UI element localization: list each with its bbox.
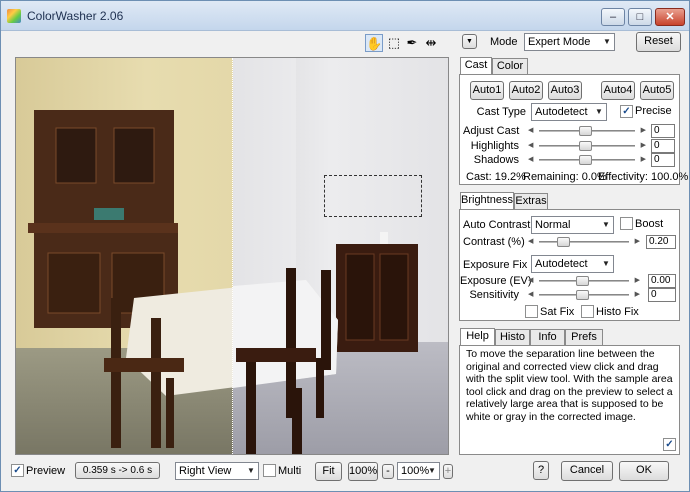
tab-histo[interactable]: Histo <box>495 329 530 346</box>
auto-contrast-select[interactable]: Normal ▼ <box>531 216 614 234</box>
mode-select[interactable]: Expert Mode ▼ <box>524 33 615 51</box>
chevron-down-icon: ▼ <box>595 107 603 116</box>
exposure-ev-value[interactable]: 0.00 <box>648 274 676 288</box>
zoom-100-button[interactable]: 100% <box>348 462 378 481</box>
zoom-select[interactable]: 100% ▼ <box>397 462 440 480</box>
close-button[interactable]: ✕ <box>655 8 685 26</box>
boost-checkbox[interactable] <box>620 217 633 230</box>
mode-value: Expert Mode <box>528 36 591 48</box>
chevron-down-icon: ▼ <box>603 37 611 46</box>
zoom-in-button[interactable]: + <box>443 464 453 479</box>
adjust-cast-value[interactable]: 0 <box>651 124 675 138</box>
split-line[interactable] <box>232 58 233 454</box>
ok-button[interactable]: OK <box>619 461 669 481</box>
auto3-button[interactable]: Auto3 <box>548 81 582 100</box>
view-select[interactable]: Right View ▼ <box>175 462 259 480</box>
auto4-button[interactable]: Auto4 <box>601 81 635 100</box>
multi-checkbox[interactable] <box>263 464 276 477</box>
shadows-label: Shadows <box>473 154 519 166</box>
auto2-button[interactable]: Auto2 <box>509 81 543 100</box>
help-checkbox[interactable]: ✓ <box>663 438 676 451</box>
preview-checkbox[interactable]: ✓ <box>11 464 24 477</box>
cancel-button[interactable]: Cancel <box>561 461 613 481</box>
exposure-fix-select[interactable]: Autodetect ▼ <box>531 255 614 273</box>
sample-area-tool-icon[interactable]: ⬚ <box>386 34 402 52</box>
histo-fix-label: Histo Fix <box>596 306 639 318</box>
cast-type-value: Autodetect <box>535 106 588 118</box>
panel-toggle-button[interactable]: ▼ <box>462 34 477 49</box>
exposure-fix-value: Autodetect <box>535 258 588 270</box>
cast-type-select[interactable]: Autodetect ▼ <box>531 103 607 121</box>
adjust-cast-label: Adjust Cast <box>463 125 520 137</box>
sat-fix-label: Sat Fix <box>540 306 575 318</box>
mode-label: Mode <box>490 36 518 48</box>
precise-checkbox[interactable]: ✓ <box>620 105 633 118</box>
sample-area-selection[interactable] <box>324 175 422 217</box>
tab-info[interactable]: Info <box>530 329 565 346</box>
contrast-value[interactable]: 0.20 <box>646 235 676 249</box>
preview-image[interactable] <box>15 57 449 455</box>
tab-brightness[interactable]: Brightness <box>460 192 514 210</box>
cast-type-label: Cast Type <box>476 106 526 118</box>
chevron-down-icon: ▼ <box>247 466 255 475</box>
highlights-slider[interactable]: ◀ ▶ <box>528 140 646 152</box>
highlights-value[interactable]: 0 <box>651 139 675 153</box>
preview-label: Preview <box>26 465 66 477</box>
tab-extras[interactable]: Extras <box>514 193 548 210</box>
sensitivity-slider[interactable]: ◀ ▶ <box>528 289 640 301</box>
tab-color[interactable]: Color <box>492 58 528 75</box>
fit-button[interactable]: Fit <box>315 462 342 481</box>
view-value: Right View <box>179 465 232 477</box>
auto1-button[interactable]: Auto1 <box>470 81 504 100</box>
highlights-label: Highlights <box>470 140 519 152</box>
cast-status: Cast: 19.2% <box>466 171 526 183</box>
histo-fix-checkbox[interactable] <box>581 305 594 318</box>
remaining-status: Remaining: 0.0% <box>523 171 607 183</box>
sat-fix-checkbox[interactable] <box>525 305 538 318</box>
contrast-label: Contrast (%) <box>463 236 525 248</box>
reset-button[interactable]: Reset <box>636 32 681 52</box>
exposure-ev-label: Exposure (EV) <box>460 275 532 287</box>
exposure-fix-label: Exposure Fix <box>463 259 528 271</box>
maximize-button[interactable]: □ <box>628 8 652 26</box>
tab-cast[interactable]: Cast <box>460 57 492 75</box>
help-button[interactable]: ? <box>533 461 549 480</box>
window-title: ColorWasher 2.06 <box>27 9 124 23</box>
help-text: To move the separation line between the … <box>466 348 673 423</box>
sensitivity-label: Sensitivity <box>469 289 519 301</box>
chevron-down-icon: ▼ <box>602 220 610 229</box>
app-icon <box>7 9 21 23</box>
tab-help[interactable]: Help <box>460 328 495 346</box>
multi-label: Multi <box>278 465 302 477</box>
exposure-ev-slider[interactable]: ◀ ▶ <box>528 275 640 287</box>
auto5-button[interactable]: Auto5 <box>640 81 674 100</box>
main-window: ColorWasher 2.06 – □ ✕ ✋ ⬚ ✒ ⇹ ▼ Mode Ex… <box>0 0 690 492</box>
auto-contrast-value: Normal <box>535 219 571 231</box>
title-bar: ColorWasher 2.06 – □ ✕ <box>1 1 689 31</box>
effectivity-status: Effectivity: 100.0% <box>598 171 689 183</box>
auto-contrast-label: Auto Contrast <box>463 219 531 231</box>
zoom-out-button[interactable]: - <box>382 464 394 479</box>
contrast-slider[interactable]: ◀ ▶ <box>528 236 640 248</box>
chevron-down-icon: ▼ <box>602 259 610 268</box>
hand-tool-icon[interactable]: ✋ <box>365 34 383 52</box>
shadows-value[interactable]: 0 <box>651 153 675 167</box>
shadows-slider[interactable]: ◀ ▶ <box>528 154 646 166</box>
chevron-down-icon: ▼ <box>428 466 436 475</box>
tab-prefs[interactable]: Prefs <box>565 329 603 346</box>
precise-label: Precise <box>635 105 672 117</box>
timing-display: 0.359 s -> 0.6 s <box>75 462 160 479</box>
boost-label: Boost <box>635 218 664 230</box>
adjust-cast-slider[interactable]: ◀ ▶ <box>528 125 646 137</box>
eyedropper-tool-icon[interactable]: ✒ <box>404 34 420 52</box>
sensitivity-value[interactable]: 0 <box>648 288 676 302</box>
minimize-button[interactable]: – <box>601 8 625 26</box>
split-view-tool-icon[interactable]: ⇹ <box>422 34 440 52</box>
